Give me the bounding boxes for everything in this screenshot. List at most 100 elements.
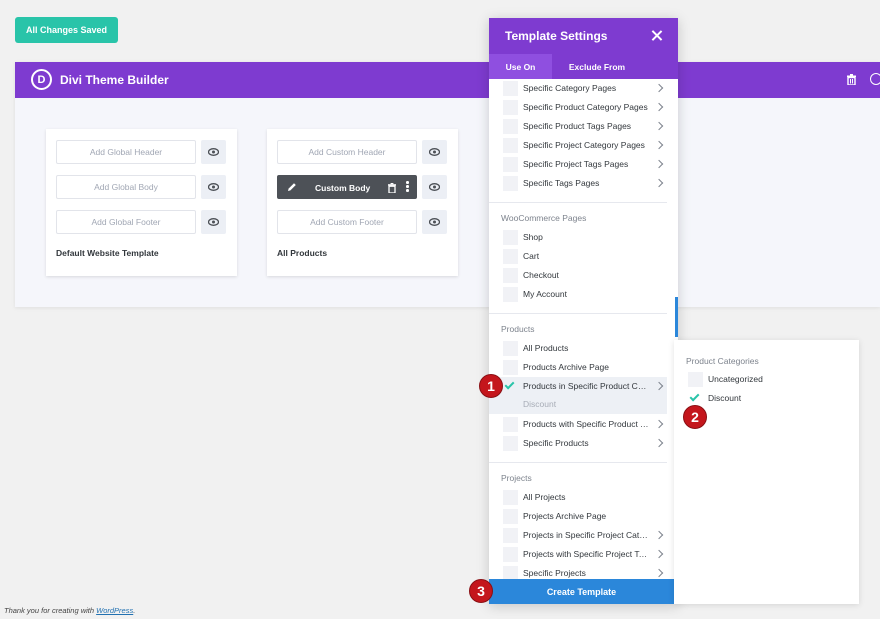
checkbox[interactable] bbox=[503, 417, 518, 432]
selected-category-summary: Discount bbox=[523, 399, 557, 409]
template-settings-modal: Template Settings Use On Exclude From Sp… bbox=[489, 18, 678, 604]
checkbox[interactable] bbox=[503, 100, 518, 115]
trash-icon[interactable] bbox=[388, 183, 396, 193]
list-item[interactable]: Checkout bbox=[489, 266, 667, 285]
list-item[interactable]: All Projects bbox=[489, 488, 667, 507]
tab-use-on[interactable]: Use On bbox=[489, 54, 552, 79]
list-item[interactable]: Specific Product Category Pages bbox=[489, 98, 667, 117]
list-item[interactable]: Specific Project Tags Pages bbox=[489, 155, 667, 174]
group-label-projects: Projects bbox=[501, 473, 532, 483]
checkbox[interactable] bbox=[503, 230, 518, 245]
checkbox[interactable] bbox=[688, 372, 703, 387]
list-item[interactable]: All Products bbox=[489, 339, 667, 358]
checkbox[interactable] bbox=[503, 528, 518, 543]
list-item[interactable]: Specific Product Tags Pages bbox=[489, 117, 667, 136]
add-global-body-button[interactable]: Add Global Body bbox=[56, 175, 196, 199]
checkbox[interactable] bbox=[503, 138, 518, 153]
checkbox[interactable] bbox=[503, 547, 518, 562]
chevron-right-icon bbox=[654, 140, 664, 150]
step-badge-3: 3 bbox=[469, 579, 493, 603]
chevron-right-icon bbox=[654, 419, 664, 429]
eye-icon[interactable] bbox=[201, 140, 226, 164]
list-item-selected[interactable]: Products in Specific Product Categories … bbox=[489, 377, 667, 414]
chevron-right-icon bbox=[654, 549, 664, 559]
chevron-right-icon bbox=[654, 381, 664, 391]
builder-title: Divi Theme Builder bbox=[60, 73, 169, 87]
eye-icon[interactable] bbox=[422, 140, 447, 164]
divider bbox=[489, 462, 667, 463]
chevron-right-icon bbox=[654, 159, 664, 169]
template-name: All Products bbox=[277, 248, 328, 258]
divi-logo-icon: D bbox=[31, 69, 52, 90]
add-global-header-button[interactable]: Add Global Header bbox=[56, 140, 196, 164]
step-badge-1: 1 bbox=[479, 374, 503, 398]
template-name: Default Website Template bbox=[56, 248, 159, 258]
checkmark-icon[interactable] bbox=[504, 379, 515, 390]
step-badge-2: 2 bbox=[683, 405, 707, 429]
chevron-right-icon bbox=[654, 530, 664, 540]
modal-header: Template Settings bbox=[489, 18, 678, 54]
checkbox[interactable] bbox=[503, 436, 518, 451]
default-template-card: Add Global Header Add Global Body Add Gl… bbox=[46, 129, 237, 276]
chevron-right-icon bbox=[654, 178, 664, 188]
list-item[interactable]: Projects in Specific Project Categories bbox=[489, 526, 667, 545]
all-changes-saved-button[interactable]: All Changes Saved bbox=[15, 17, 118, 43]
list-item[interactable]: Specific Products bbox=[489, 434, 667, 453]
list-item[interactable]: Specific Project Category Pages bbox=[489, 136, 667, 155]
checkbox[interactable] bbox=[503, 341, 518, 356]
list-item[interactable]: Projects Archive Page bbox=[489, 507, 667, 526]
create-template-button[interactable]: Create Template bbox=[489, 579, 674, 604]
add-global-footer-button[interactable]: Add Global Footer bbox=[56, 210, 196, 234]
checkbox[interactable] bbox=[503, 360, 518, 375]
list-item[interactable]: My Account bbox=[489, 285, 667, 304]
builder-header: D Divi Theme Builder bbox=[15, 62, 880, 98]
chevron-right-icon bbox=[654, 438, 664, 448]
add-custom-header-button[interactable]: Add Custom Header bbox=[277, 140, 417, 164]
close-icon[interactable] bbox=[651, 30, 662, 41]
list-item[interactable]: Cart bbox=[489, 247, 667, 266]
group-label-products: Products bbox=[501, 324, 535, 334]
list-item[interactable]: Specific Tags Pages bbox=[489, 174, 667, 193]
list-item[interactable]: Products Archive Page bbox=[489, 358, 667, 377]
chevron-right-icon bbox=[654, 121, 664, 131]
scrollbar[interactable] bbox=[675, 297, 678, 337]
checkbox[interactable] bbox=[503, 490, 518, 505]
trash-icon[interactable] bbox=[847, 74, 856, 85]
tab-exclude-from[interactable]: Exclude From bbox=[552, 54, 642, 79]
theme-builder-panel: D Divi Theme Builder Add Global Header A… bbox=[15, 62, 880, 307]
history-icon[interactable] bbox=[870, 73, 880, 85]
footer-credit: Thank you for creating with WordPress. bbox=[4, 606, 136, 615]
all-products-template-card: Add Custom Header Custom Body Add Custom… bbox=[267, 129, 458, 276]
add-custom-footer-button[interactable]: Add Custom Footer bbox=[277, 210, 417, 234]
checkbox[interactable] bbox=[503, 81, 518, 96]
product-categories-panel: Product Categories Uncategorized Discoun… bbox=[674, 340, 859, 604]
divider bbox=[489, 313, 667, 314]
list-item[interactable]: Shop bbox=[489, 228, 667, 247]
checkbox[interactable] bbox=[503, 157, 518, 172]
wordpress-link[interactable]: WordPress bbox=[96, 606, 133, 615]
custom-body-layout[interactable]: Custom Body bbox=[277, 175, 417, 199]
eye-icon[interactable] bbox=[201, 175, 226, 199]
more-options-icon[interactable] bbox=[406, 181, 409, 193]
checkbox[interactable] bbox=[503, 119, 518, 134]
checkbox[interactable] bbox=[503, 287, 518, 302]
pencil-icon[interactable] bbox=[287, 182, 297, 192]
checkbox[interactable] bbox=[503, 249, 518, 264]
list-item[interactable]: Products with Specific Product Tags bbox=[489, 415, 667, 434]
eye-icon[interactable] bbox=[201, 210, 226, 234]
group-label-woocommerce: WooCommerce Pages bbox=[501, 213, 587, 223]
list-item[interactable]: Projects with Specific Project Tags bbox=[489, 545, 667, 564]
list-item[interactable]: Uncategorized bbox=[674, 370, 844, 389]
eye-icon[interactable] bbox=[422, 175, 447, 199]
checkbox[interactable] bbox=[503, 268, 518, 283]
panel-title: Product Categories bbox=[686, 356, 759, 366]
checkbox[interactable] bbox=[503, 176, 518, 191]
checkbox[interactable] bbox=[503, 509, 518, 524]
chevron-right-icon bbox=[654, 568, 664, 578]
modal-title: Template Settings bbox=[505, 29, 608, 43]
modal-tabs: Use On Exclude From bbox=[489, 54, 678, 79]
checkmark-icon[interactable] bbox=[689, 391, 700, 402]
divider bbox=[489, 202, 667, 203]
list-item[interactable]: Specific Category Pages bbox=[489, 79, 667, 98]
eye-icon[interactable] bbox=[422, 210, 447, 234]
